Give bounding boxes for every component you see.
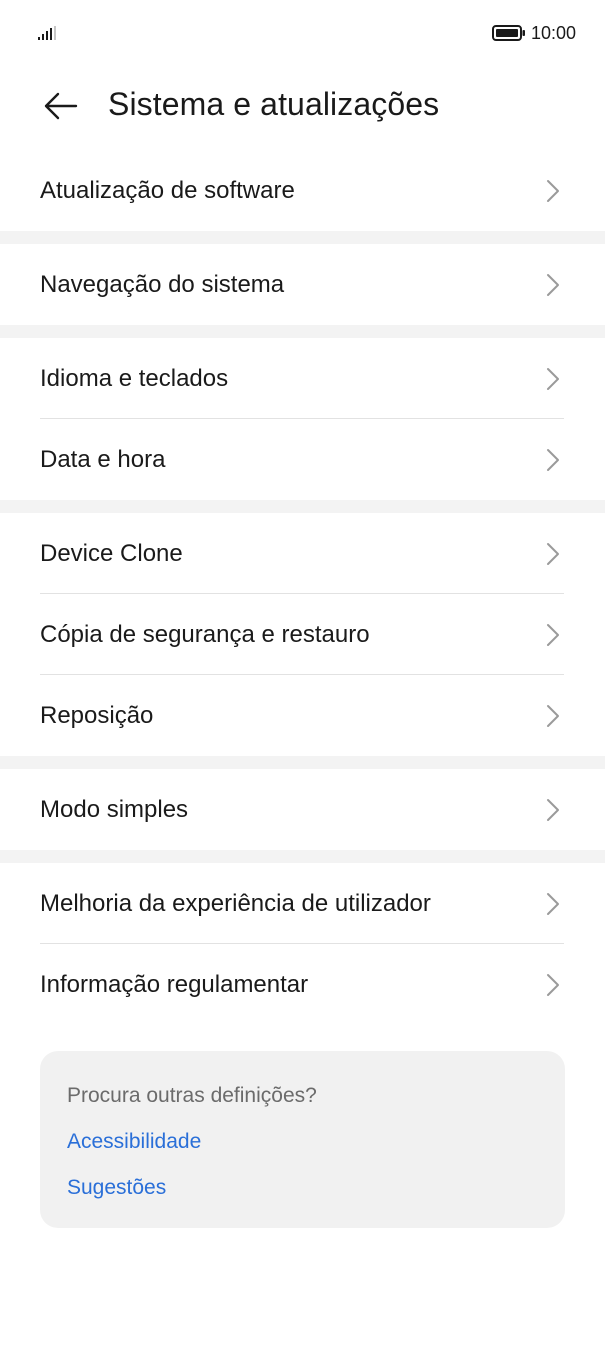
settings-group-experience: Melhoria da experiência de utilizador In… (0, 863, 605, 1025)
chevron-right-icon (547, 624, 559, 646)
battery-icon (492, 25, 525, 41)
status-time: 10:00 (531, 23, 577, 43)
setting-item-label: Device Clone (40, 540, 183, 567)
chevron-right-icon (547, 974, 559, 996)
status-bar: 10:00 (0, 0, 605, 66)
setting-item-system-navigation[interactable]: Navegação do sistema (0, 244, 605, 325)
section-separator (0, 325, 605, 338)
setting-item-label: Data e hora (40, 446, 166, 473)
link-accessibility[interactable]: Acessibilidade (67, 1128, 201, 1156)
settings-group-simple-mode: Modo simples (0, 769, 605, 850)
suggestions-card: Procura outras definições? Acessibilidad… (40, 1051, 565, 1228)
chevron-right-icon (547, 799, 559, 821)
setting-item-label: Navegação do sistema (40, 271, 285, 298)
settings-group-language-time: Idioma e teclados Data e hora (0, 338, 605, 500)
setting-item-label: Modo simples (40, 796, 189, 823)
suggestions-question: Procura outras definições? (67, 1084, 317, 1107)
setting-item-label: Melhoria da experiência de utilizador (40, 890, 431, 917)
setting-item-label: Idioma e teclados (40, 365, 229, 392)
settings-group-backup: Device Clone Cópia de segurança e restau… (0, 513, 605, 756)
app-header: Sistema e atualizações (0, 66, 605, 146)
section-separator (0, 756, 605, 769)
chevron-right-icon (547, 893, 559, 915)
settings-group-navigation: Navegação do sistema (0, 244, 605, 325)
setting-item-device-clone[interactable]: Device Clone (0, 513, 605, 594)
chevron-right-icon (547, 180, 559, 202)
settings-group-software: Atualização de software (0, 150, 605, 231)
section-separator (0, 850, 605, 863)
setting-item-label: Cópia de segurança e restauro (40, 621, 370, 648)
page-title: Sistema e atualizações (108, 86, 440, 122)
link-suggestions[interactable]: Sugestões (67, 1174, 166, 1202)
chevron-right-icon (547, 543, 559, 565)
setting-item-software-update[interactable]: Atualização de software (0, 150, 605, 231)
setting-item-language-keyboards[interactable]: Idioma e teclados (0, 338, 605, 419)
chevron-right-icon (547, 274, 559, 296)
signal-icon (38, 26, 56, 40)
chevron-right-icon (547, 705, 559, 727)
back-button[interactable] (36, 82, 84, 130)
setting-item-label: Informação regulamentar (40, 971, 309, 998)
setting-item-date-time[interactable]: Data e hora (0, 419, 605, 500)
setting-item-label: Atualização de software (40, 177, 295, 204)
setting-item-backup-restore[interactable]: Cópia de segurança e restauro (0, 594, 605, 675)
setting-item-label: Reposição (40, 702, 154, 729)
section-separator (0, 231, 605, 244)
setting-item-reset[interactable]: Reposição (0, 675, 605, 756)
chevron-right-icon (547, 368, 559, 390)
setting-item-simple-mode[interactable]: Modo simples (0, 769, 605, 850)
chevron-right-icon (547, 449, 559, 471)
setting-item-user-experience[interactable]: Melhoria da experiência de utilizador (0, 863, 605, 944)
arrow-left-icon (44, 92, 78, 120)
section-separator (0, 500, 605, 513)
setting-item-regulatory-info[interactable]: Informação regulamentar (0, 944, 605, 1025)
